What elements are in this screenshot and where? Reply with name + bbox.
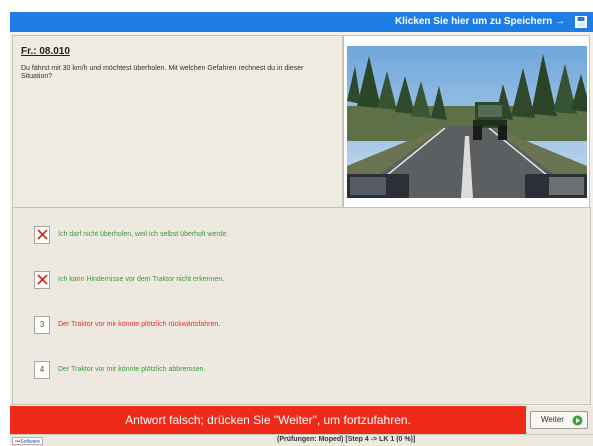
answer-2-checkbox[interactable] [34, 271, 50, 289]
answer-4-text: Der Traktor vor mir könnte plötzlich abb… [58, 366, 206, 373]
software-logo: •••Software [12, 437, 43, 445]
cross-icon [37, 274, 48, 285]
top-bar: Klicken Sie hier um zu Speichern → [10, 12, 593, 32]
answer-4-checkbox[interactable]: 4 [34, 361, 50, 379]
image-panel [343, 35, 590, 214]
wrong-answer-message: Antwort falsch; drücken Sie "Weiter", um… [10, 406, 526, 434]
answer-3-text: Der Traktor vor mir könnte plötzlich rüc… [58, 321, 221, 328]
question-text: Du fährst mit 30 km/h und möchtest überh… [21, 65, 304, 80]
next-button[interactable]: Weiter [530, 411, 588, 429]
save-link[interactable]: Klicken Sie hier um zu Speichern → [395, 16, 565, 27]
answer-1-checkbox[interactable] [34, 226, 50, 244]
app-window: Klicken Sie hier um zu Speichern → Fr.: … [10, 12, 593, 446]
road-scene-tractor-image [347, 46, 587, 198]
next-button-label: Weiter [541, 415, 564, 424]
answer-3-checkbox[interactable]: 3 [34, 316, 50, 334]
answer-1-text: Ich darf nicht überholen, weil ich selbs… [58, 231, 229, 238]
status-text: (Prüfungen: Moped) [Step 4 -> LK 1 (0 %)… [277, 436, 416, 443]
status-bar: •••Software (Prüfungen: Moped) [Step 4 -… [10, 434, 593, 446]
question-number: Fr.: 08.010 [21, 46, 70, 57]
question-panel: Fr.: 08.010 Du fährst mit 30 km/h und mö… [12, 35, 343, 214]
answers-panel: Ich darf nicht überholen, weil ich selbs… [12, 207, 591, 405]
cross-icon [37, 229, 48, 240]
feedback-bar: Antwort falsch; drücken Sie "Weiter", um… [10, 406, 593, 434]
green-arrow-right-icon [572, 415, 583, 426]
answer-2-text: Ich kann Hindernisse vor dem Traktor nic… [58, 276, 225, 283]
floppy-disk-icon[interactable] [575, 16, 587, 28]
